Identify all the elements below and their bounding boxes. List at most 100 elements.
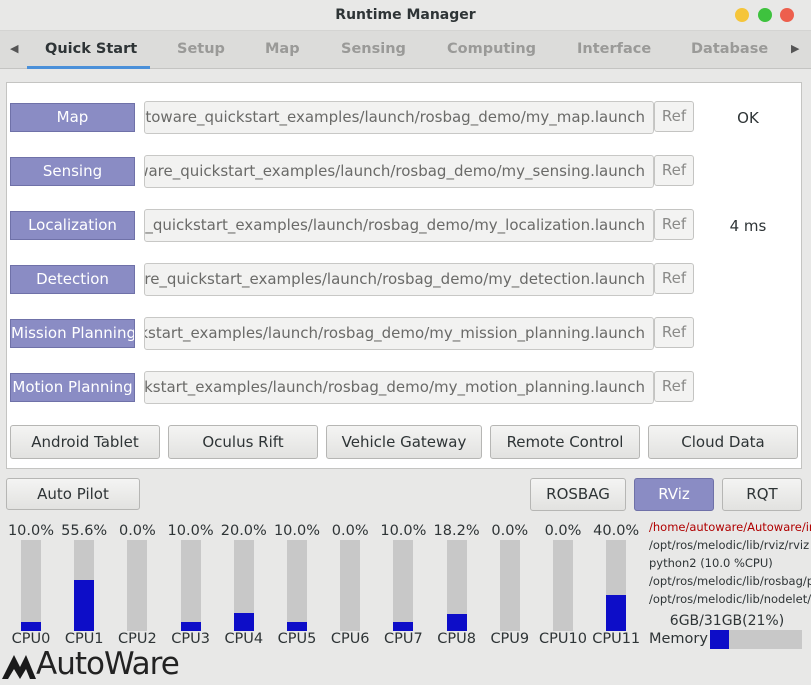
cpu-usage-fill <box>233 613 254 631</box>
mission-planning-ref-button[interactable]: Ref <box>654 317 694 348</box>
tab-scroll-left-icon[interactable]: ◀ <box>10 42 18 55</box>
minimize-button[interactable] <box>735 8 749 22</box>
cpu-usage-bar <box>287 540 307 631</box>
detection-launch-path-input[interactable]: are_quickstart_examples/launch/rosbag_de… <box>144 263 654 296</box>
cpu-usage-bar <box>74 540 95 631</box>
tab-quick-start[interactable]: Quick Start <box>45 41 137 57</box>
cpu-percent: 40.0% <box>593 523 640 539</box>
rqt-button[interactable]: RQT <box>722 478 802 511</box>
cpu-usage-bar <box>606 540 627 631</box>
cpu-usage-bar <box>553 540 573 631</box>
map-status: OK <box>737 109 759 127</box>
cpu-percent: 10.0% <box>7 523 55 539</box>
cpu-usage-bar <box>127 540 148 631</box>
rviz-button[interactable]: RViz <box>634 478 714 511</box>
window-title: Runtime Manager <box>335 7 476 23</box>
cpu-name: CPU9 <box>490 631 530 647</box>
tab-scroll-right-icon[interactable]: ▶ <box>791 42 799 55</box>
cpu-usage-bar <box>499 540 520 631</box>
cpu-percent: 0.0% <box>544 523 582 539</box>
cpu-percent: 10.0% <box>380 523 427 539</box>
cpu-percent: 18.2% <box>433 523 480 539</box>
map-launch-path-input[interactable]: utoware_quickstart_examples/launch/rosba… <box>144 101 654 134</box>
sensing-button[interactable]: Sensing <box>10 157 135 186</box>
auto-pilot-button[interactable]: Auto Pilot <box>6 478 140 510</box>
launch-path-text: ware_quickstart_examples/launch/rosbag_d… <box>144 162 645 180</box>
cpu-usage-bar <box>233 540 254 631</box>
cpu-percent: 10.0% <box>273 523 321 539</box>
localization-launch-path-input[interactable]: e_quickstart_examples/launch/rosbag_demo… <box>144 209 654 242</box>
tab-database[interactable]: Database <box>691 41 768 57</box>
cpu-usage-fill <box>21 622 41 631</box>
cpu-usage-fill <box>74 580 95 631</box>
cpu-name: CPU0 <box>11 631 51 647</box>
process-line: /opt/ros/melodic/lib/nodelet/ <box>649 592 811 606</box>
oculus-rift-button[interactable]: Oculus Rift <box>168 425 318 459</box>
maximize-button[interactable] <box>758 8 772 22</box>
process-line: python2 (10.0 %CPU) <box>649 556 773 570</box>
map-ref-button[interactable]: Ref <box>654 101 694 132</box>
tab-sensing[interactable]: Sensing <box>341 41 406 57</box>
launch-path-text: utoware_quickstart_examples/launch/rosba… <box>144 108 645 126</box>
remote-control-button[interactable]: Remote Control <box>490 425 640 459</box>
cpu-usage-bar <box>21 540 41 631</box>
motion-planning-launch-path-input[interactable]: ckstart_examples/launch/rosbag_demo/my_m… <box>144 371 654 404</box>
autoware-logo: AutoWare <box>36 646 180 682</box>
mission-planning-launch-path-input[interactable]: kstart_examples/launch/rosbag_demo/my_mi… <box>144 317 654 350</box>
localization-button[interactable]: Localization <box>10 211 135 240</box>
sensing-ref-button[interactable]: Ref <box>654 155 694 186</box>
cpu-usage-fill <box>180 622 201 631</box>
autoware-logo-icon <box>2 655 36 679</box>
memory-usage-text: 6GB/31GB(21%) <box>669 613 785 629</box>
motion-planning-button[interactable]: Motion Planning <box>10 373 135 402</box>
android-tablet-button[interactable]: Android Tablet <box>10 425 160 459</box>
cpu-percent: 10.0% <box>167 523 214 539</box>
tab-setup[interactable]: Setup <box>177 41 225 57</box>
cpu-name: CPU5 <box>277 631 317 647</box>
tab-computing[interactable]: Computing <box>447 41 536 57</box>
memory-label: Memory <box>649 631 708 647</box>
cpu-name: CPU8 <box>437 631 476 647</box>
launch-path-text: are_quickstart_examples/launch/rosbag_de… <box>144 270 645 288</box>
cpu-usage-fill <box>446 614 467 631</box>
memory-bar <box>710 630 802 649</box>
cpu-name: CPU11 <box>592 631 641 647</box>
process-line: /opt/ros/melodic/lib/rviz/rviz ( <box>649 538 811 552</box>
title-bar: Runtime Manager <box>0 0 811 31</box>
cpu-name: CPU2 <box>118 631 157 647</box>
motion-planning-ref-button[interactable]: Ref <box>654 371 694 402</box>
cpu-name: CPU4 <box>224 631 264 647</box>
cpu-name: CPU1 <box>64 631 104 647</box>
mission-planning-button[interactable]: Mission Planning <box>10 319 135 348</box>
launch-path-text: ckstart_examples/launch/rosbag_demo/my_m… <box>144 378 645 396</box>
cpu-percent: 0.0% <box>491 523 529 539</box>
memory-bar-fill <box>710 630 729 649</box>
close-button[interactable] <box>780 8 794 22</box>
localization-status: 4 ms <box>729 217 767 235</box>
cpu-name: CPU6 <box>330 631 370 647</box>
cpu-percent: 0.0% <box>118 523 156 539</box>
cloud-data-button[interactable]: Cloud Data <box>648 425 798 459</box>
cpu-usage-bar <box>340 540 361 631</box>
vehicle-gateway-button[interactable]: Vehicle Gateway <box>326 425 482 459</box>
cpu-usage-bar <box>393 540 414 631</box>
map-button[interactable]: Map <box>10 103 135 132</box>
cpu-usage-fill <box>287 622 307 631</box>
cpu-name: CPU7 <box>384 631 423 647</box>
rosbag-button[interactable]: ROSBAG <box>530 478 626 511</box>
cpu-name: CPU10 <box>539 631 587 647</box>
launch-path-text: e_quickstart_examples/launch/rosbag_demo… <box>144 216 645 234</box>
detection-button[interactable]: Detection <box>10 265 135 294</box>
cpu-usage-bar <box>180 540 201 631</box>
tab-interface[interactable]: Interface <box>577 41 651 57</box>
sensing-launch-path-input[interactable]: ware_quickstart_examples/launch/rosbag_d… <box>144 155 654 188</box>
localization-ref-button[interactable]: Ref <box>654 209 694 240</box>
cpu-name: CPU3 <box>171 631 210 647</box>
process-line: /home/autoware/Autoware/ir <box>649 520 811 534</box>
active-tab-indicator <box>27 66 150 69</box>
tab-bar: ◀ Quick Start Setup Map Sensing Computin… <box>0 31 811 69</box>
cpu-usage-fill <box>606 595 627 631</box>
tab-map[interactable]: Map <box>265 41 300 57</box>
cpu-percent: 0.0% <box>331 523 369 539</box>
detection-ref-button[interactable]: Ref <box>654 263 694 294</box>
